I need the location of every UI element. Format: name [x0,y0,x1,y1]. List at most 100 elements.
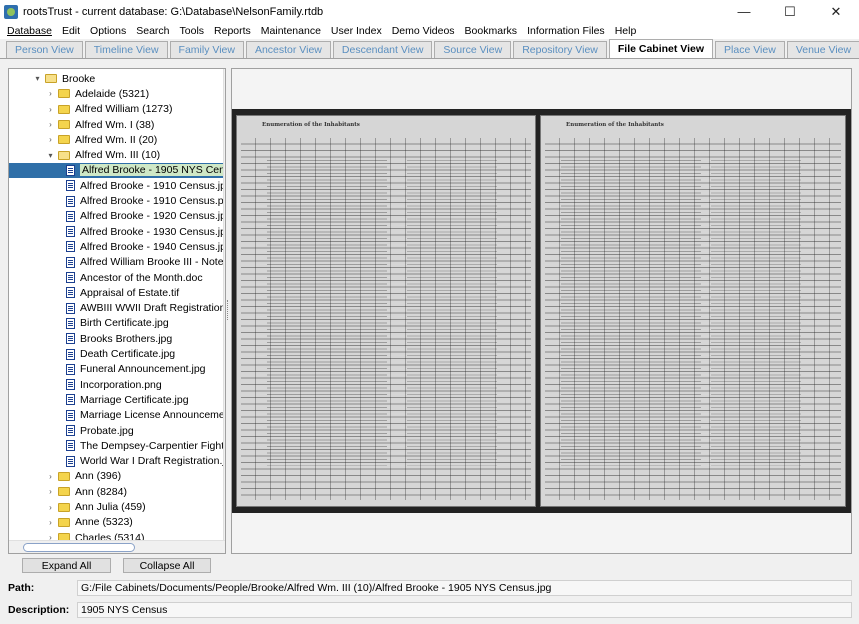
chevron-right-icon[interactable]: › [46,487,55,496]
tree-horizontal-scrollbar[interactable] [9,540,225,553]
tree-file[interactable]: Marriage License Announcement [9,408,225,423]
tab-person-view[interactable]: Person View [6,41,83,58]
tree-item-label: Alfred Brooke - 1930 Census.jpg [80,225,226,238]
tree-file[interactable]: Alfred Brooke - 1910 Census.pdf [9,193,225,208]
tree-file[interactable]: The Dempsey-Carpentier Fight.do [9,438,225,453]
tree-folder[interactable]: › Ann Julia (459) [9,499,225,514]
chevron-down-icon[interactable]: ▾ [46,151,55,160]
menu-bar: Database Edit Options Search Tools Repor… [0,23,859,39]
tab-source-view[interactable]: Source View [434,41,512,58]
chevron-right-icon[interactable]: › [46,105,55,114]
tree-folder[interactable]: ▾ Alfred Wm. III (10) [9,148,225,163]
folder-icon [58,502,70,512]
tree-folder[interactable]: › Anne (5323) [9,515,225,530]
document-icon [66,272,75,284]
census-page-right-handwriting-2 [711,156,801,466]
tree-item-label: Death Certificate.jpg [80,348,176,361]
tree-file[interactable]: Birth Certificate.jpg [9,316,225,331]
menu-tools[interactable]: Tools [175,25,210,37]
menu-reports[interactable]: Reports [209,25,256,37]
tree-item-label: Alfred Brooke - 1910 Census.jpg [80,179,226,192]
tree-folder[interactable]: › Ann (396) [9,469,225,484]
minimize-button[interactable]: — [721,0,767,23]
menu-demo-videos[interactable]: Demo Videos [387,25,460,37]
document-icon [66,287,75,299]
menu-database[interactable]: Database [2,25,57,37]
folder-icon [58,120,70,130]
chevron-right-icon[interactable]: › [46,89,55,98]
tree-item-label: Probate.jpg [80,424,134,437]
tree-folder[interactable]: › Alfred William (1273) [9,102,225,117]
tree-file[interactable]: Alfred Brooke - 1920 Census.jpg [9,209,225,224]
close-button[interactable]: ✕ [813,0,859,23]
title-bar: rootsTrust - current database: G:\Databa… [0,0,859,23]
menu-maintenance[interactable]: Maintenance [256,25,326,37]
maximize-button[interactable]: ☐ [767,0,813,23]
tree-file[interactable]: Ancestor of the Month.doc [9,270,225,285]
folder-open-icon [58,150,70,160]
description-field[interactable]: 1905 NYS Census [77,602,852,618]
chevron-right-icon[interactable]: › [46,518,55,527]
tree-file[interactable]: Marriage Certificate.jpg [9,392,225,407]
chevron-right-icon[interactable]: › [46,120,55,129]
tree-item-label: Ann (396) [75,470,122,483]
view-tabs: Person View Timeline View Family View Ances… [0,39,859,59]
menu-search[interactable]: Search [131,25,174,37]
menu-options[interactable]: Options [85,25,131,37]
tab-timeline-view[interactable]: Timeline View [84,41,168,58]
folder-icon [58,89,70,99]
tree-item-label: Ann Julia (459) [75,501,146,514]
document-icon [66,440,75,452]
tree-file[interactable]: Incorporation.png [9,377,225,392]
tab-repository-view[interactable]: Repository View [513,41,607,58]
tree-file[interactable]: Brooks Brothers.jpg [9,331,225,346]
tab-family-view[interactable]: Family View [169,41,244,58]
file-cabinet-tree[interactable]: › Charles (5314) › Anne (5323) › Ann Julia (4… [8,68,226,554]
tab-venue-view[interactable]: Venue View [786,41,859,58]
expand-all-button[interactable]: Expand All [22,558,111,573]
tree-item-label: Alfred Brooke - 1905 NYS Census.jpg [80,164,225,177]
tree-file[interactable]: Alfred Brooke - 1905 NYS Census.jpg [9,162,225,179]
collapse-all-button[interactable]: Collapse All [123,558,211,573]
tree-item-label: Adelaide (5321) [75,87,150,100]
tree-file[interactable]: Funeral Announcement.jpg [9,362,225,377]
path-label: Path: [8,582,35,594]
tab-file-cabinet-view[interactable]: File Cabinet View [608,39,714,58]
tree-item-label: Funeral Announcement.jpg [80,363,206,376]
tab-descendant-view[interactable]: Descendant View [332,41,433,58]
tree-file[interactable]: Probate.jpg [9,423,225,438]
tab-place-view[interactable]: Place View [715,41,785,58]
tree-folder[interactable]: › Adelaide (5321) [9,86,225,101]
menu-edit[interactable]: Edit [57,25,85,37]
tree-file[interactable]: World War I Draft Registration.jpg [9,454,225,469]
document-icon [66,455,75,467]
folder-icon [58,487,70,497]
tree-file[interactable]: Appraisal of Estate.tif [9,285,225,300]
tree-file[interactable]: Alfred Brooke - 1910 Census.jpg [9,178,226,193]
tree-folder[interactable]: ▾ Brooke [9,71,225,86]
tree-folder[interactable]: › Alfred Wm. I (38) [9,117,225,132]
panel-splitter[interactable] [227,300,230,320]
tree-item-label: Birth Certificate.jpg [80,317,169,330]
menu-user-index[interactable]: User Index [326,25,387,37]
tree-item-label: Brooke [62,72,96,85]
tree-file[interactable]: Death Certificate.jpg [9,346,225,361]
chevron-down-icon[interactable]: ▾ [33,74,42,83]
tree-file[interactable]: Alfred Brooke - 1930 Census.jpg [9,224,226,239]
tree-file[interactable]: AWBIII WWII Draft Registration Re [9,301,225,316]
tree-file[interactable]: Alfred William Brooke III - Notes.doc [9,255,225,270]
chevron-right-icon[interactable]: › [46,503,55,512]
chevron-right-icon[interactable]: › [46,472,55,481]
tab-ancestor-view[interactable]: Ancestor View [245,41,331,58]
menu-help[interactable]: Help [610,25,642,37]
document-icon [66,241,75,253]
tree-horizontal-scroll-thumb[interactable] [23,543,135,552]
chevron-right-icon[interactable]: › [46,135,55,144]
tree-folder[interactable]: › Alfred Wm. II (20) [9,132,225,147]
menu-bookmarks[interactable]: Bookmarks [460,25,523,37]
tree-folder[interactable]: › Ann (8284) [9,484,225,499]
tree-vertical-scrollbar[interactable] [223,69,225,541]
path-field[interactable]: G:/File Cabinets/Documents/People/Brooke… [77,580,852,596]
menu-information-files[interactable]: Information Files [522,25,610,37]
tree-file[interactable]: Alfred Brooke - 1940 Census.jpg [9,239,225,254]
